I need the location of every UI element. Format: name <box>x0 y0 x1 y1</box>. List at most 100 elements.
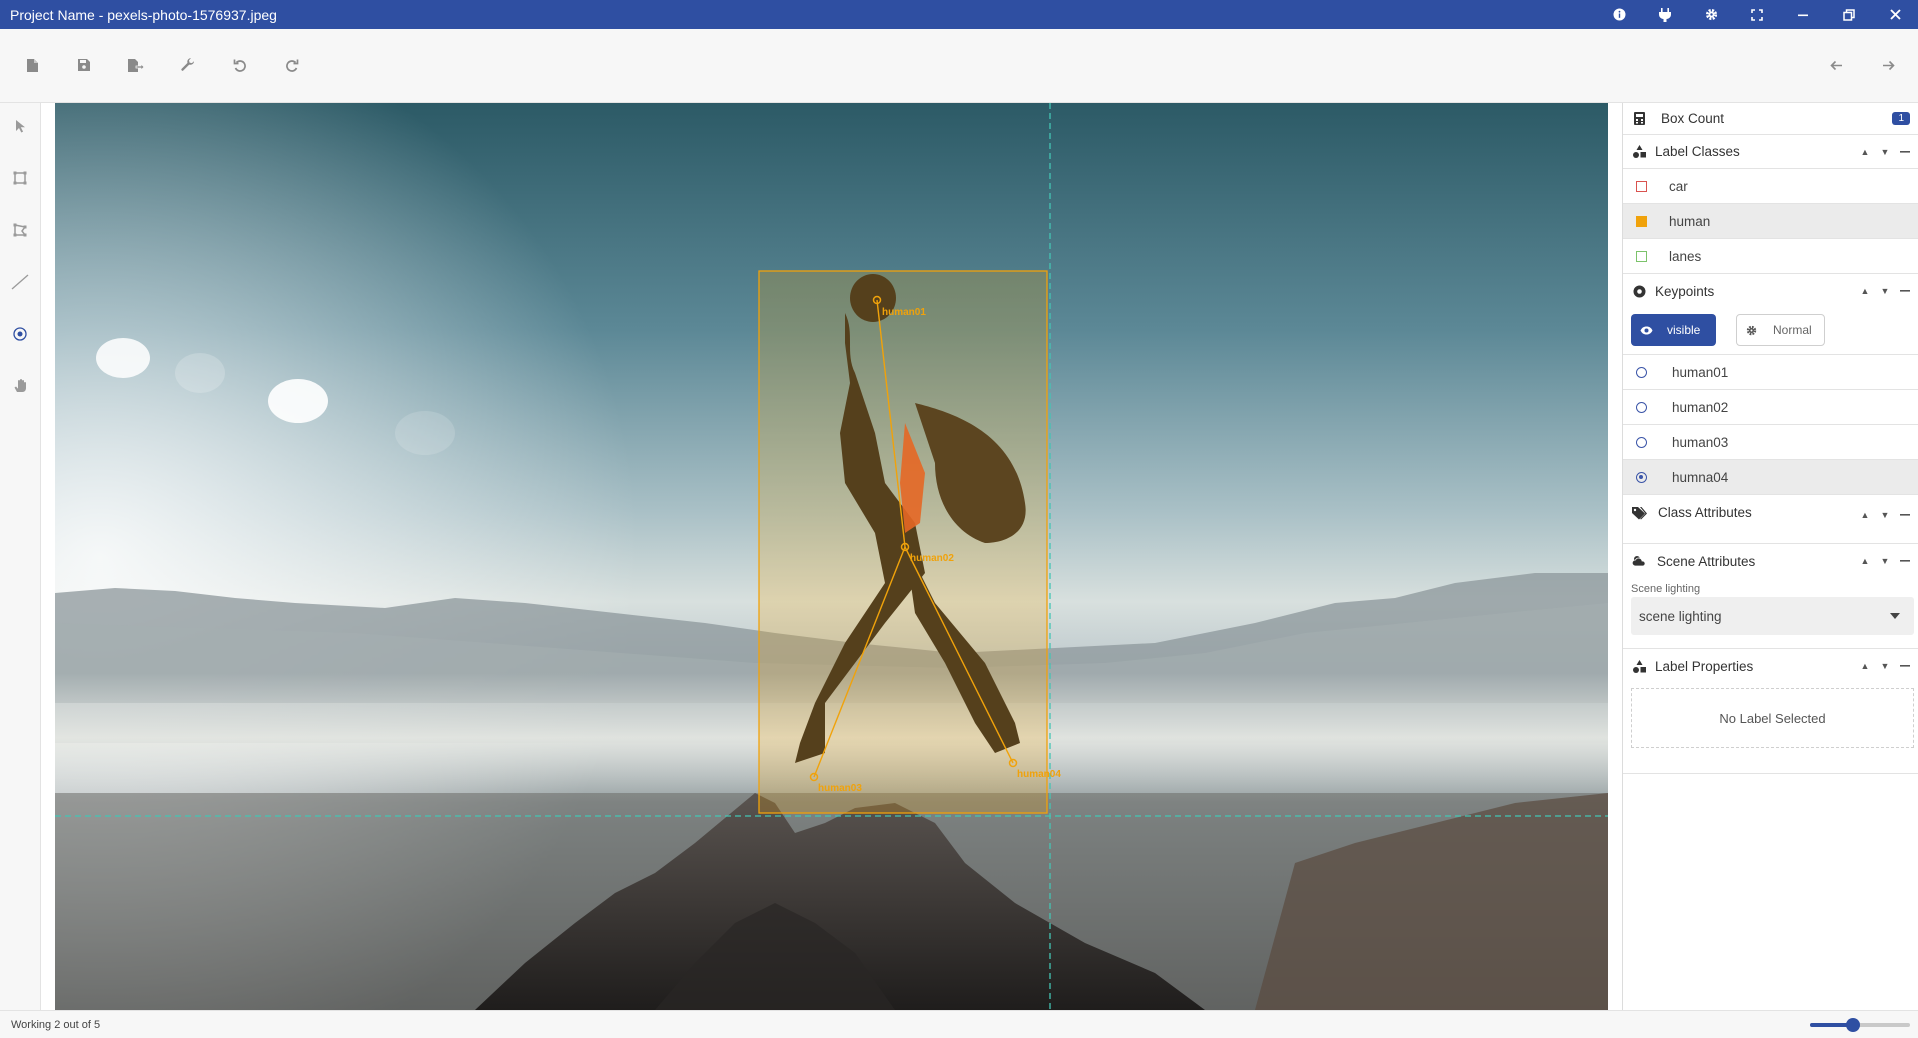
collapse-up-icon[interactable]: ▲ <box>1855 505 1875 525</box>
undo-icon[interactable] <box>226 51 254 79</box>
close-icon[interactable] <box>1872 0 1918 29</box>
label-classes-header: Label Classes ▲ ▼ <box>1623 135 1918 169</box>
line-icon[interactable] <box>7 269 33 295</box>
keypoints-title: Keypoints <box>1655 283 1715 299</box>
minimize-section-icon[interactable] <box>1895 281 1915 301</box>
annotation-canvas[interactable]: human01 human02 human03 human04 <box>55 103 1608 1010</box>
no-label-placeholder: No Label Selected <box>1631 688 1914 748</box>
box-count-label: Box Count <box>1661 111 1725 126</box>
label-classes-title: Label Classes <box>1655 144 1740 159</box>
scene-attributes-header: Scene Attributes ▲ ▼ <box>1623 544 1918 578</box>
minimize-icon[interactable] <box>1780 0 1826 29</box>
box-count-row: Box Count 1 <box>1623 103 1918 135</box>
redo-icon[interactable] <box>278 51 306 79</box>
keypoint-item-human01[interactable]: human01 <box>1623 355 1918 390</box>
canvas-image: human01 human02 human03 human04 <box>55 103 1608 1010</box>
gear-icon <box>1746 325 1757 336</box>
keypoint-label: human04 <box>1017 769 1061 780</box>
keypoint-label: human01 <box>882 307 926 318</box>
label-class-name: car <box>1669 178 1688 194</box>
right-panel: Box Count 1 Label Classes ▲ ▼ car human … <box>1622 103 1918 1010</box>
keypoint-section-icon <box>1631 283 1647 299</box>
class-attributes-title: Class Attributes <box>1658 505 1752 520</box>
radio-icon <box>1636 366 1647 378</box>
tags-icon <box>1631 505 1647 521</box>
collapse-down-icon[interactable]: ▼ <box>1875 551 1895 571</box>
keypoint-item-human03[interactable]: human03 <box>1623 425 1918 460</box>
arrow-left-icon[interactable] <box>1822 51 1850 79</box>
window-title: Project Name - pexels-photo-1576937.jpeg <box>10 6 277 23</box>
progress-status-text: Working 2 out of 5 <box>11 1019 101 1031</box>
normal-mode-button[interactable]: Normal <box>1736 314 1825 346</box>
scene-lighting-value: scene lighting <box>1639 608 1722 624</box>
collapse-up-icon[interactable]: ▲ <box>1855 656 1875 676</box>
normal-label: Normal <box>1773 323 1812 337</box>
status-bar: Working 2 out of 5 <box>0 1010 1918 1038</box>
main-toolbar <box>0 29 1918 103</box>
class-color-swatch <box>1636 180 1647 192</box>
calculator-icon <box>1631 111 1647 127</box>
minimize-section-icon[interactable] <box>1895 551 1915 571</box>
collapse-up-icon[interactable]: ▲ <box>1855 142 1875 162</box>
keypoint-name: humna04 <box>1672 469 1729 485</box>
scene-lighting-field-label: Scene lighting <box>1631 583 1701 595</box>
scene-lighting-select[interactable]: scene lighting <box>1631 597 1914 635</box>
keypoint-name: human03 <box>1672 434 1729 450</box>
window-controls <box>1596 0 1918 29</box>
wrench-icon[interactable] <box>174 51 202 79</box>
collapse-down-icon[interactable]: ▼ <box>1875 142 1895 162</box>
keypoint-item-humna04[interactable]: humna04 <box>1623 460 1918 495</box>
shapes-icon <box>1631 144 1647 160</box>
export-icon[interactable] <box>122 51 150 79</box>
visible-label: visible <box>1667 323 1701 337</box>
label-properties-title: Label Properties <box>1655 658 1754 674</box>
class-color-swatch <box>1636 250 1647 262</box>
info-icon[interactable] <box>1596 0 1642 29</box>
dropdown-caret-icon <box>1890 613 1900 619</box>
minimize-section-icon[interactable] <box>1895 656 1915 676</box>
hand-icon[interactable] <box>7 373 33 399</box>
minimize-section-icon[interactable] <box>1895 505 1915 525</box>
keypoint-name: human02 <box>1672 399 1729 415</box>
save-icon[interactable] <box>70 51 98 79</box>
pointer-icon[interactable] <box>7 113 33 139</box>
scene-attributes-title: Scene Attributes <box>1657 553 1756 569</box>
keypoints-header: Keypoints ▲ ▼ <box>1623 274 1918 308</box>
collapse-down-icon[interactable]: ▼ <box>1875 505 1895 525</box>
radio-selected-icon <box>1636 471 1647 483</box>
label-class-human[interactable]: human <box>1623 204 1918 239</box>
zoom-slider[interactable] <box>1810 1018 1910 1032</box>
plug-icon[interactable] <box>1642 0 1688 29</box>
fullscreen-icon[interactable] <box>1734 0 1780 29</box>
keypoint-label: human03 <box>818 783 862 794</box>
keypoint-icon[interactable] <box>7 321 33 347</box>
divider <box>1623 773 1918 774</box>
polygon-icon[interactable] <box>7 217 33 243</box>
label-properties-header: Label Properties ▲ ▼ <box>1623 649 1918 683</box>
visible-toggle-button[interactable]: visible <box>1631 314 1716 346</box>
tool-rail <box>0 103 41 1010</box>
label-class-lanes[interactable]: lanes <box>1623 239 1918 274</box>
shapes-icon <box>1631 658 1647 674</box>
minimize-section-icon[interactable] <box>1895 142 1915 162</box>
collapse-down-icon[interactable]: ▼ <box>1875 656 1895 676</box>
restore-icon[interactable] <box>1826 0 1872 29</box>
radio-icon <box>1636 436 1647 448</box>
keypoint-item-human02[interactable]: human02 <box>1623 390 1918 425</box>
eye-icon <box>1640 326 1653 335</box>
cloud-sun-icon <box>1631 553 1647 569</box>
collapse-down-icon[interactable]: ▼ <box>1875 281 1895 301</box>
collapse-up-icon[interactable]: ▲ <box>1855 281 1875 301</box>
arrow-right-icon[interactable] <box>1874 51 1902 79</box>
collapse-up-icon[interactable]: ▲ <box>1855 551 1875 571</box>
title-bar: Project Name - pexels-photo-1576937.jpeg <box>0 0 1918 29</box>
new-file-icon[interactable] <box>18 51 46 79</box>
label-class-car[interactable]: car <box>1623 169 1918 204</box>
bounding-box-human[interactable] <box>758 270 1048 814</box>
label-class-name: lanes <box>1669 248 1702 264</box>
gear-icon[interactable] <box>1688 0 1734 29</box>
radio-icon <box>1636 401 1647 413</box>
bounding-box-icon[interactable] <box>7 165 33 191</box>
label-class-name: human <box>1669 213 1711 229</box>
zoom-slider-thumb[interactable] <box>1846 1018 1860 1032</box>
